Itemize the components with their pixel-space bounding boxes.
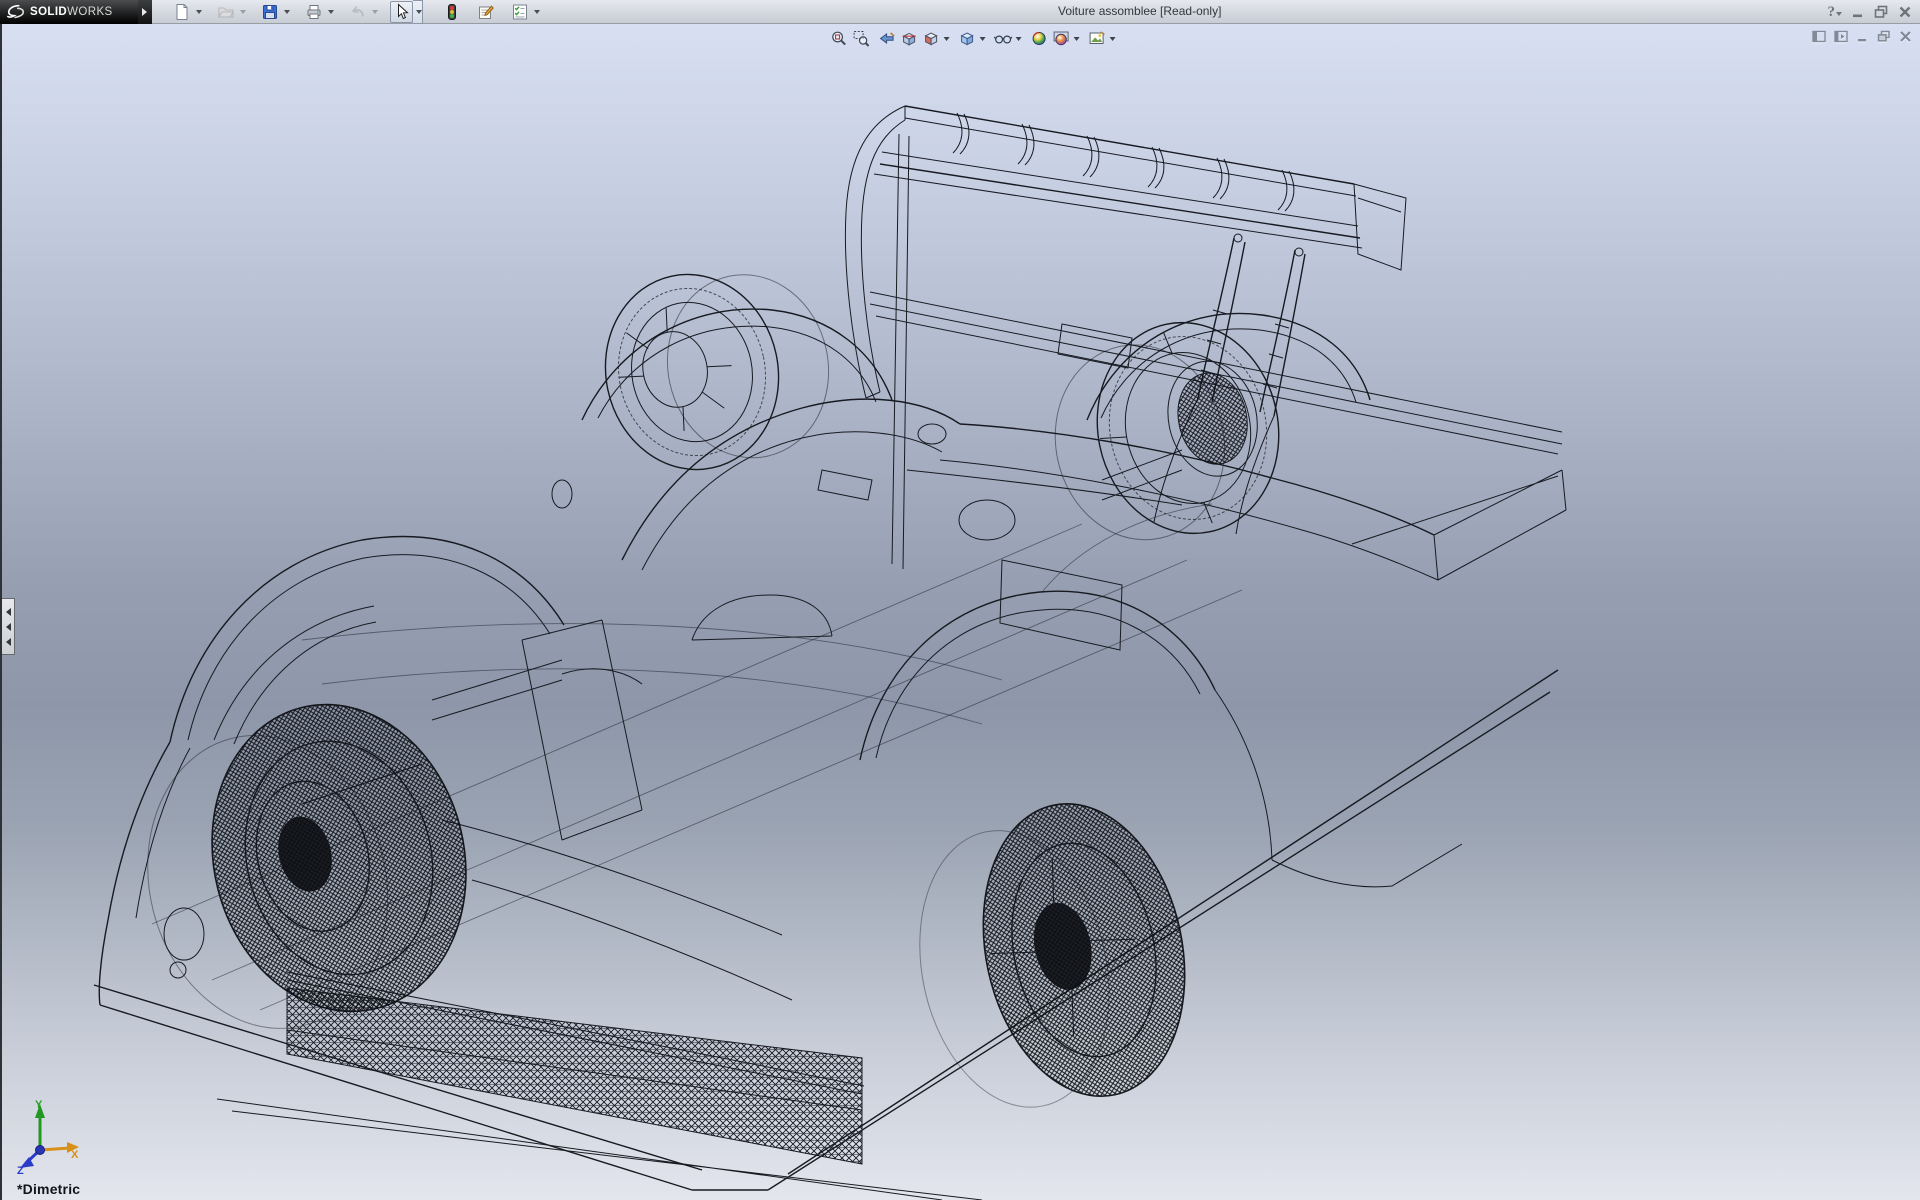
view-settings-icon: [1088, 30, 1105, 47]
doc-minimize-button[interactable]: [1856, 30, 1869, 43]
select-cursor-icon: [393, 3, 411, 21]
restore-icon: [1874, 5, 1889, 19]
title-bar[interactable]: SOLIDWORKS: [0, 0, 1920, 24]
document-window-controls: [1812, 30, 1912, 43]
wireframe-model[interactable]: [2, 24, 1920, 1200]
minimize-button[interactable]: [1851, 2, 1865, 22]
triad-x-label: X: [71, 1149, 79, 1161]
doc-restore-button[interactable]: [1877, 30, 1891, 43]
side-mesh-panel: [287, 988, 862, 1164]
open-folder-icon: [217, 3, 235, 21]
save-floppy-icon: [261, 3, 279, 21]
help-dropdown-icon: [1836, 12, 1842, 19]
new-document-dropdown[interactable]: [193, 1, 203, 23]
rear-wing[interactable]: [845, 106, 1562, 569]
undo-dropdown[interactable]: [369, 1, 379, 23]
apply-scene-icon: [1052, 30, 1069, 47]
window-controls: ?: [1828, 0, 1913, 24]
view-orientation-label: *Dimetric: [17, 1181, 80, 1197]
collapse-arrow-icon: [2, 638, 11, 646]
graphics-viewport[interactable]: Y X Z *Dimetric: [0, 24, 1920, 1200]
design-binder-button[interactable]: [474, 1, 497, 23]
collapse-arrow-icon: [2, 608, 11, 616]
zoom-to-area-button[interactable]: [850, 28, 872, 48]
solidworks-wordmark: SOLIDWORKS: [30, 6, 113, 18]
menu-expand-button[interactable]: [138, 0, 152, 24]
doc-close-button[interactable]: [1899, 30, 1912, 43]
traffic-light-icon: [444, 3, 460, 21]
window-title: Voiture assomblee [Read-only]: [1058, 4, 1221, 18]
pane-left-icon: [1812, 30, 1826, 43]
options-dropdown[interactable]: [531, 1, 541, 23]
feature-manager-collapsed-tab[interactable]: [2, 598, 15, 655]
zoom-to-fit-icon: [830, 30, 847, 47]
section-view-icon: [900, 30, 917, 47]
display-style-button[interactable]: [956, 28, 978, 48]
rebuild-button[interactable]: [440, 1, 463, 23]
select-tool-dropdown[interactable]: [413, 0, 423, 24]
print-button[interactable]: [302, 1, 325, 23]
view-orientation-button[interactable]: [920, 28, 942, 48]
checklist-icon: [511, 3, 529, 21]
triad-origin: [36, 1146, 45, 1155]
display-style-dropdown[interactable]: [978, 27, 988, 49]
doc-pane-left-button[interactable]: [1812, 30, 1826, 43]
apply-scene-button[interactable]: [1050, 28, 1072, 48]
open-button[interactable]: [214, 1, 237, 23]
view-settings-button[interactable]: [1086, 28, 1108, 48]
previous-view-icon: [878, 30, 895, 47]
doc-restore-icon: [1877, 30, 1891, 43]
close-button[interactable]: [1898, 2, 1912, 22]
rear-left-wheel[interactable]: [893, 785, 1211, 1129]
triad-z-label: Z: [17, 1165, 24, 1174]
save-button[interactable]: [258, 1, 281, 23]
hide-show-items-dropdown[interactable]: [1014, 27, 1024, 49]
main-toolbar: [170, 0, 552, 24]
expand-arrow-icon: [142, 8, 151, 16]
reference-triad[interactable]: Y X Z: [16, 1098, 80, 1174]
help-button[interactable]: ?: [1828, 2, 1843, 22]
rear-right-wheel[interactable]: [1035, 306, 1298, 560]
undo-button[interactable]: [346, 1, 369, 23]
view-settings-dropdown[interactable]: [1108, 27, 1118, 49]
view-orientation-icon: [922, 30, 939, 47]
doc-close-icon: [1899, 30, 1912, 43]
section-view-button[interactable]: [898, 28, 920, 48]
collapse-arrow-icon: [2, 623, 11, 631]
eyeglasses-icon: [993, 30, 1012, 47]
zoom-to-area-icon: [852, 30, 869, 47]
edit-appearance-button[interactable]: [1028, 28, 1050, 48]
save-dropdown[interactable]: [281, 1, 291, 23]
minimize-icon: [1851, 5, 1865, 19]
restore-button[interactable]: [1874, 2, 1889, 22]
close-icon: [1898, 5, 1912, 19]
options-checklist-button[interactable]: [508, 1, 531, 23]
undo-icon: [349, 3, 367, 21]
solidworks-logo-glyph: [6, 3, 26, 21]
hide-show-items-button[interactable]: [992, 28, 1014, 48]
print-icon: [305, 3, 323, 21]
new-document-button[interactable]: [170, 1, 193, 23]
doc-pane-preview-button[interactable]: [1834, 30, 1848, 43]
print-dropdown[interactable]: [325, 1, 335, 23]
apply-scene-dropdown[interactable]: [1072, 27, 1082, 49]
doc-minimize-icon: [1856, 30, 1869, 43]
open-dropdown[interactable]: [237, 1, 247, 23]
solidworks-logo: SOLIDWORKS: [0, 0, 138, 24]
view-orientation-dropdown[interactable]: [942, 27, 952, 49]
headsup-view-toolbar: [828, 27, 1118, 49]
display-style-icon: [958, 30, 975, 47]
zoom-to-fit-button[interactable]: [828, 28, 850, 48]
pane-preview-icon: [1834, 30, 1848, 43]
previous-view-button[interactable]: [876, 28, 898, 48]
design-binder-icon: [477, 3, 495, 21]
new-document-icon: [173, 3, 191, 21]
front-right-wheel[interactable]: [588, 248, 846, 486]
select-tool-button[interactable]: [390, 1, 413, 23]
appearance-ball-icon: [1030, 30, 1047, 47]
